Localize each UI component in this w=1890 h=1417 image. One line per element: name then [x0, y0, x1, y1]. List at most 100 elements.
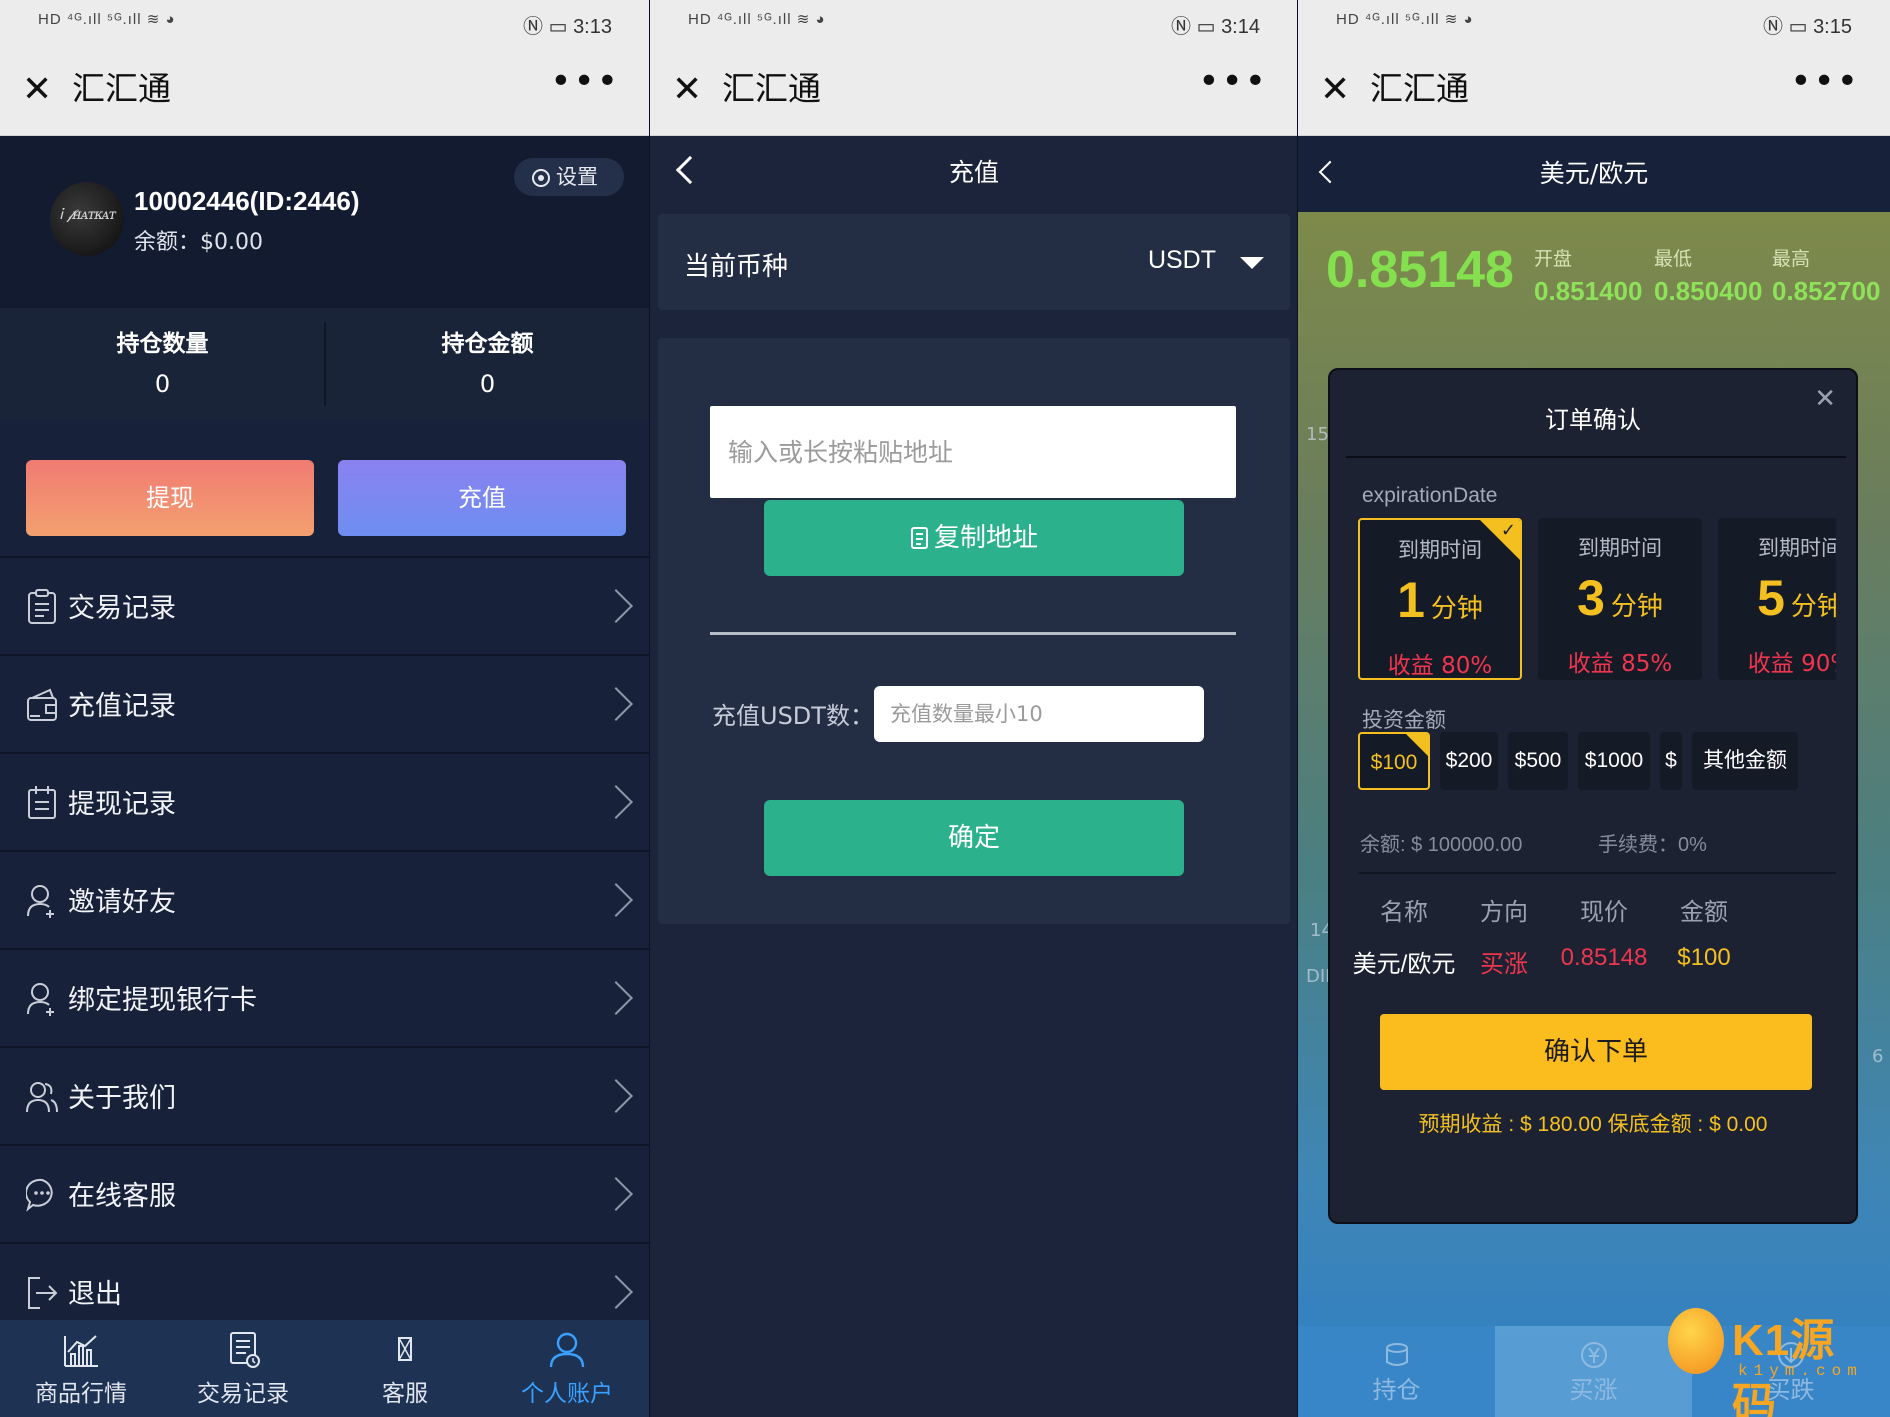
- amount-option-other[interactable]: 其他金额: [1692, 732, 1798, 790]
- expiration-label: expirationDate: [1362, 484, 1498, 507]
- menu-item-label: 在线客服: [68, 1181, 176, 1212]
- expiry-number: 1: [1397, 572, 1425, 628]
- expected-profit-text: 预期收益 : $ 180.00 保底金额 : $ 0.00: [1418, 1113, 1768, 1136]
- close-icon[interactable]: ✕: [672, 70, 702, 110]
- expiry-gain: 收益 80%: [1387, 653, 1493, 679]
- watermark-main: K1源码: [1732, 1316, 1836, 1417]
- back-icon[interactable]: [1318, 160, 1342, 184]
- chart-icon: [64, 1335, 98, 1367]
- amount-option-partial[interactable]: $: [1660, 732, 1682, 790]
- logo-mark: [1668, 1308, 1724, 1374]
- menu-item-label: 退出: [68, 1279, 122, 1310]
- modal-balance: 余额: $ 100000.00: [1360, 834, 1523, 856]
- table-header: 金额: [1680, 898, 1728, 926]
- menu-item-about-us[interactable]: 关于我们: [0, 1046, 650, 1144]
- top-bar: ✕ 汇汇通 •••: [1298, 44, 1890, 136]
- amount-option-200[interactable]: $200: [1440, 732, 1498, 790]
- withdraw-button[interactable]: 提现: [26, 460, 314, 536]
- copy-address-button[interactable]: 复制地址: [764, 500, 1184, 576]
- profile-header: ｉ𝒻ʜᴀᴛᴋᴀᴛ 10002446(ID:2446) 余额：$0.00 设置: [0, 136, 650, 308]
- amount-option-1000[interactable]: $1000: [1578, 732, 1650, 790]
- menu-item-withdraw-records[interactable]: 提现记录: [0, 752, 650, 850]
- person-icon: [549, 1332, 585, 1368]
- watermark-logo: K1源码 k1ym.com: [1668, 1300, 1868, 1417]
- menu-item-bind-bank-card[interactable]: 绑定提现银行卡: [0, 948, 650, 1046]
- more-icon[interactable]: •••: [1198, 64, 1268, 100]
- bottom-tab-bar: 商品行情 交易记录 客服 个人账户: [0, 1320, 650, 1417]
- menu-item-recharge-records[interactable]: 充值记录: [0, 654, 650, 752]
- status-bar: HD ⁴ᴳ.ıll ⁵ᴳ.ıll ≋ ◕ Ⓝ ▭ 3:15: [1298, 0, 1890, 44]
- amount-option-100[interactable]: $100: [1358, 732, 1430, 790]
- copy-icon: [910, 527, 928, 549]
- recharge-screen: HD ⁴ᴳ.ıll ⁵ᴳ.ıll ≋ ◕ Ⓝ ▭ 3:14 ✕ 汇汇通 ••• …: [650, 0, 1298, 1417]
- tab-market[interactable]: 商品行情: [0, 1320, 162, 1417]
- amount-option-500[interactable]: $500: [1508, 732, 1568, 790]
- amount-input[interactable]: [874, 686, 1204, 742]
- expiry-options: 到期时间 1 分钟 收益 80% ✓ 到期时间 3 分钟 收益 85% 到期时间 5…: [1358, 510, 1836, 690]
- user-add-icon: [27, 885, 54, 918]
- username: 10002446(ID:2446): [134, 186, 360, 216]
- expiry-gain: 收益 90%: [1747, 651, 1836, 677]
- tab-label: 商品行情: [35, 1381, 127, 1407]
- page-title: 美元/欧元: [1539, 159, 1649, 188]
- investment-amount-label: 投资金额: [1362, 709, 1446, 732]
- watermark-sub: k1ym.com: [1738, 1362, 1863, 1380]
- page-title: 充值: [948, 158, 999, 187]
- menu-item-online-service[interactable]: 在线客服: [0, 1144, 650, 1242]
- tab-label: 买涨: [1569, 1376, 1618, 1404]
- chevron-right-icon: [604, 686, 626, 726]
- recharge-card: 复制地址 充值USDT数： 确定: [658, 338, 1290, 924]
- tab-label: 交易记录: [197, 1381, 289, 1407]
- high-value: 0.852700: [1772, 276, 1881, 306]
- confirm-button[interactable]: 确定: [764, 800, 1184, 876]
- stat-label: 持仓数量: [116, 331, 209, 357]
- menu-item-trade-records[interactable]: 交易记录: [0, 556, 650, 654]
- expiry-option-3min[interactable]: 到期时间 3 分钟 收益 85%: [1538, 518, 1702, 680]
- expiry-option-1min[interactable]: 到期时间 1 分钟 收益 80% ✓: [1358, 518, 1522, 680]
- expiry-option-5min[interactable]: 到期时间 5分钟 收益 90%: [1718, 518, 1836, 680]
- close-icon[interactable]: ✕: [1320, 70, 1350, 110]
- low-value: 0.850400: [1654, 276, 1763, 306]
- menu-item-label: 充值记录: [68, 691, 176, 722]
- tab-label: 个人账户: [521, 1381, 613, 1407]
- app-title: 汇汇通: [72, 69, 171, 108]
- menu-item-invite-friends[interactable]: 邀请好友: [0, 850, 650, 948]
- recharge-button[interactable]: 充值: [338, 460, 626, 536]
- menu-item-label: 交易记录: [68, 593, 176, 624]
- gear-icon: [532, 169, 550, 187]
- tab-trade-records[interactable]: 交易记录: [162, 1320, 324, 1417]
- close-icon[interactable]: ✕: [22, 70, 52, 110]
- more-icon[interactable]: •••: [550, 64, 620, 100]
- more-icon[interactable]: •••: [1790, 64, 1860, 100]
- chevron-right-icon: [604, 980, 626, 1020]
- chevron-right-icon: [604, 1274, 626, 1314]
- status-right-icons: Ⓝ ▭: [1763, 16, 1808, 38]
- yen-icon: [1580, 1342, 1607, 1368]
- status-right-icons: Ⓝ ▭: [1171, 16, 1216, 38]
- check-icon: ✓: [1500, 520, 1516, 541]
- confirm-order-button[interactable]: 确认下单: [1380, 1014, 1812, 1090]
- menu-item-label: 绑定提现银行卡: [68, 985, 257, 1016]
- address-input[interactable]: [710, 406, 1236, 498]
- current-price: 0.85148: [1326, 241, 1514, 299]
- currency-selector[interactable]: 当前币种 USDT: [658, 214, 1290, 310]
- stat-position-count: 持仓数量 0: [0, 308, 325, 420]
- account-menu: 交易记录 充值记录 提现记录 邀请好友 绑定提现银行卡 关于我们 在线客服 退出: [0, 556, 650, 1340]
- ghost-label: 6: [1872, 1046, 1884, 1067]
- tab-buy-up[interactable]: 买涨: [1495, 1326, 1692, 1417]
- expiry-number: 5: [1757, 570, 1785, 626]
- settings-label: 设置: [556, 165, 598, 189]
- chevron-right-icon: [604, 882, 626, 922]
- divider: [1346, 456, 1846, 458]
- avatar[interactable]: ｉ𝒻ʜᴀᴛᴋᴀᴛ: [50, 182, 124, 256]
- tab-service[interactable]: 客服: [324, 1320, 486, 1417]
- expiry-unit: 分钟: [1610, 591, 1663, 621]
- low-label: 最低: [1654, 248, 1693, 270]
- back-icon[interactable]: [675, 155, 705, 185]
- stat-value: 0: [479, 370, 496, 398]
- close-icon[interactable]: ✕: [1814, 384, 1836, 414]
- settings-button[interactable]: 设置: [514, 158, 624, 196]
- tab-personal-account[interactable]: 个人账户: [486, 1320, 648, 1417]
- menu-item-label: 提现记录: [68, 789, 176, 820]
- tab-positions[interactable]: 持仓: [1298, 1326, 1495, 1417]
